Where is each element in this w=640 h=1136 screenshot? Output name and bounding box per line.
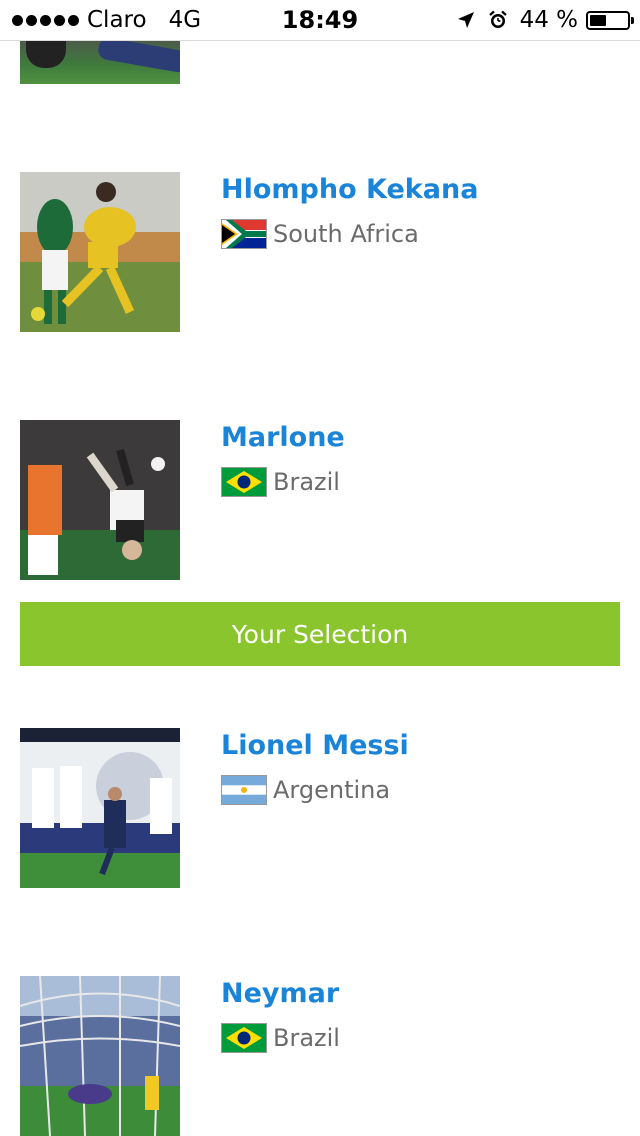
player-name[interactable]: Neymar [221,978,339,1009]
country-name: Brazil [273,1024,340,1052]
list-item-player[interactable]: Hlompho Kekana South Africa [0,172,640,332]
battery-level [590,14,606,26]
status-bar: Claro 4G 18:49 44 % [0,0,640,41]
player-photo[interactable] [20,420,180,580]
player-name[interactable]: Marlone [221,422,345,453]
battery-tip [631,16,634,24]
status-right: 44 % [456,7,634,33]
player-photo[interactable] [20,172,180,332]
battery-icon [586,10,634,30]
argentina-flag-icon [221,775,267,805]
player-photo-partial[interactable] [20,40,180,84]
country-name: Argentina [273,776,391,804]
status-left: Claro 4G [12,7,201,33]
signal-strength-icon [12,14,79,26]
carrier-name: Claro [87,7,147,33]
player-name[interactable]: Hlompho Kekana [221,174,478,205]
player-name[interactable]: Lionel Messi [221,730,409,761]
player-photo[interactable] [20,728,180,888]
south-africa-flag-icon [221,219,267,249]
list-item-player[interactable]: Lionel Messi Argentina [0,728,640,888]
brazil-flag-icon [221,1023,267,1053]
player-country: Brazil [221,1023,340,1053]
player-country: South Africa [221,219,419,249]
player-country: Argentina [221,775,390,805]
network-type: 4G [168,7,202,33]
alarm-clock-icon [488,10,507,28]
battery-percentage: 44 % [519,7,578,33]
brazil-flag-icon [221,467,267,497]
list-item-player[interactable]: Neymar Brazil [0,976,640,1136]
list-item-player[interactable]: Marlone Brazil [0,420,640,580]
location-arrow-icon [457,12,474,28]
country-name: Brazil [273,468,340,496]
your-selection-button[interactable]: Your Selection [20,602,620,666]
player-country: Brazil [221,467,340,497]
player-photo[interactable] [20,976,180,1136]
player-list: Hlompho Kekana South Africa Marlone Braz… [0,0,640,1136]
country-name: South Africa [273,220,419,248]
